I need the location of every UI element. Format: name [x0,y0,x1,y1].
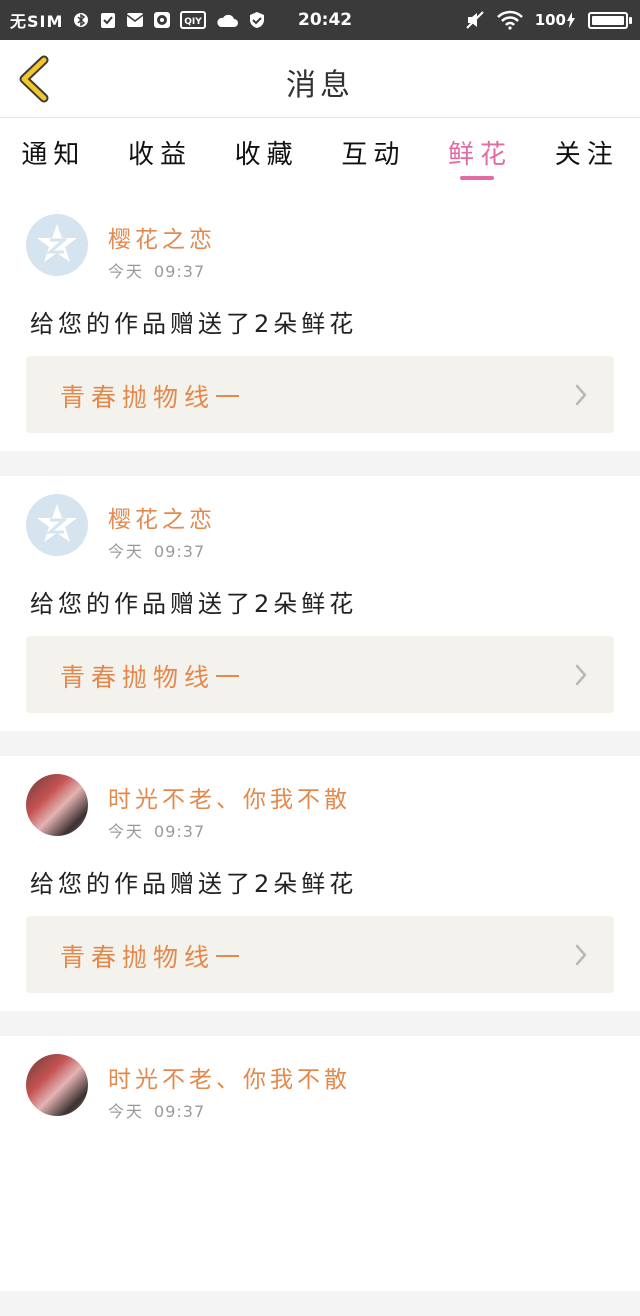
work-link[interactable]: 青春抛物线一 [26,356,614,433]
page-title: 消息 [286,68,354,103]
default-avatar-icon [37,504,77,542]
status-bar: 无SIM QIY 20:42 100 [0,0,640,40]
avatar[interactable] [26,214,88,276]
carrier-label: 无SIM [10,12,64,31]
tab-flowers[interactable]: 鲜花 [427,118,534,196]
list-item: 时光不老、你我不散 今天 09:37 给您的作品赠送了2朵鲜花 青春抛物线一 [0,756,640,1011]
tab-favorites[interactable]: 收藏 [213,118,320,196]
tab-label: 互动 [341,140,406,170]
chevron-right-icon [575,664,587,686]
clipboard-check-icon [99,11,117,29]
battery-percent: 100 [534,11,566,29]
status-time: 20:42 [298,10,353,30]
timestamp: 今天 09:37 [108,258,205,282]
list-item: 樱花之恋 今天 09:37 给您的作品赠送了2朵鲜花 青春抛物线一 [0,476,640,731]
work-title: 青春抛物线一 [60,383,247,412]
message-text: 给您的作品赠送了2朵鲜花 [30,590,358,618]
iqiyi-icon: QIY [180,11,207,29]
tab-label: 通知 [21,140,86,170]
message-text: 给您的作品赠送了2朵鲜花 [30,870,358,898]
charging-icon [566,11,576,29]
timestamp-day: 今天 [108,822,145,841]
active-tab-indicator [460,176,495,180]
battery-icon [588,11,632,29]
timestamp: 今天 09:37 [108,538,205,562]
chevron-right-icon [575,944,587,966]
timestamp-time: 09:37 [154,262,206,281]
chevron-right-icon [575,384,587,406]
work-title: 青春抛物线一 [60,663,247,692]
wifi-icon [496,10,523,30]
nav-bar: 消息 [0,40,640,118]
timestamp: 今天 09:37 [108,1098,205,1122]
tab-follows[interactable]: 关注 [533,118,640,196]
timestamp-day: 今天 [108,542,145,561]
tab-label: 关注 [554,140,619,170]
username[interactable]: 时光不老、你我不散 [108,780,351,814]
tab-notifications[interactable]: 通知 [0,118,107,196]
shield-icon [248,11,266,29]
cloud-icon [215,11,239,29]
timestamp-day: 今天 [108,262,145,281]
bluetooth-icon [72,11,90,29]
tab-earnings[interactable]: 收益 [107,118,214,196]
work-title: 青春抛物线一 [60,943,247,972]
list-item: 时光不老、你我不散 今天 09:37 [0,1036,640,1291]
avatar[interactable] [26,494,88,556]
work-link[interactable]: 青春抛物线一 [26,916,614,993]
timestamp: 今天 09:37 [108,818,205,842]
browser-icon [153,11,171,29]
mail-icon [126,11,144,29]
timestamp-time: 09:37 [154,1102,206,1121]
message-list: 樱花之恋 今天 09:37 给您的作品赠送了2朵鲜花 青春抛物线一 樱花之恋 今天… [0,196,640,1316]
tab-label: 鲜花 [448,140,513,170]
list-item: 樱花之恋 今天 09:37 给您的作品赠送了2朵鲜花 青春抛物线一 [0,196,640,451]
username[interactable]: 时光不老、你我不散 [108,1060,351,1094]
username[interactable]: 樱花之恋 [108,500,216,534]
svg-text:QIY: QIY [185,17,203,27]
work-link[interactable]: 青春抛物线一 [26,636,614,713]
tab-bar: 通知 收益 收藏 互动 鲜花 关注 [0,118,640,196]
timestamp-time: 09:37 [154,822,206,841]
tab-label: 收益 [128,140,193,170]
avatar[interactable] [26,774,88,836]
message-text: 给您的作品赠送了2朵鲜花 [30,310,358,338]
default-avatar-icon [37,224,77,262]
username[interactable]: 樱花之恋 [108,220,216,254]
timestamp-day: 今天 [108,1102,145,1121]
tab-interactions[interactable]: 互动 [320,118,427,196]
avatar[interactable] [26,1054,88,1116]
tab-label: 收藏 [234,140,299,170]
mute-icon [465,11,485,29]
timestamp-time: 09:37 [154,542,206,561]
